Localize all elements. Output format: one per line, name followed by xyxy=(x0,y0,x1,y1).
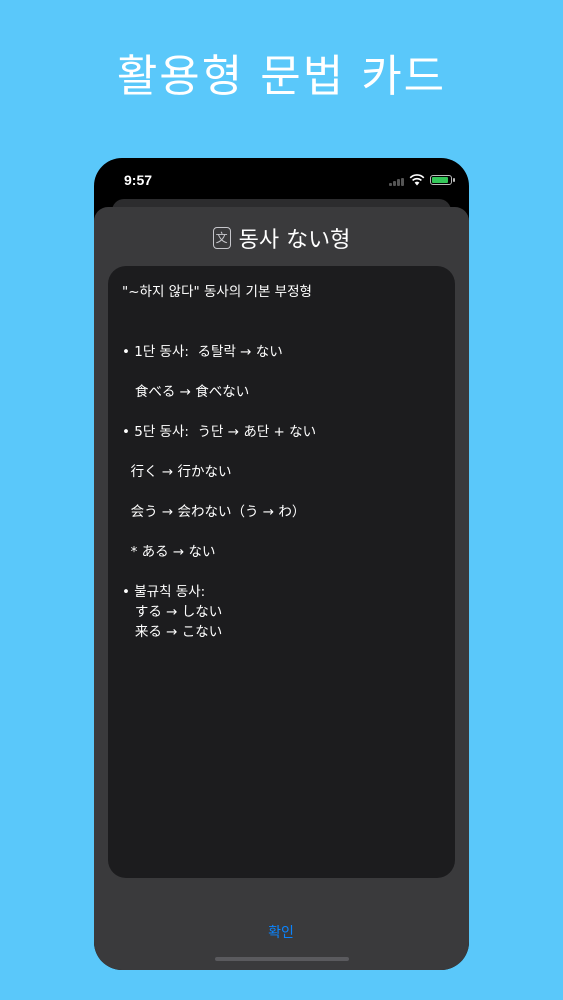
wifi-icon xyxy=(409,174,425,186)
translate-icon: 文 xyxy=(212,227,231,249)
status-bar: 9:57 xyxy=(94,158,469,202)
confirm-button[interactable]: 확인 xyxy=(231,918,331,948)
promo-title: 활용형 문법 카드 xyxy=(116,51,447,102)
cellular-signal-icon xyxy=(389,178,407,186)
battery-charging-icon xyxy=(430,175,452,185)
app-store-screenshot: 활용형 문법 카드 9:57 文 동사 ない형 "~하지 않다" 동사의 기본 … xyxy=(0,0,563,1000)
grammar-content-text: "~하지 않다" 동사의 기본 부정형 • 1단 동사: る탈락 → ない 食べ… xyxy=(122,284,317,640)
grammar-card-sheet: 文 동사 ない형 "~하지 않다" 동사의 기본 부정형 • 1단 동사: る탈… xyxy=(94,207,469,970)
home-indicator[interactable] xyxy=(215,957,349,961)
sheet-header: 文 동사 ない형 xyxy=(94,221,469,255)
grammar-content-card: "~하지 않다" 동사의 기본 부정형 • 1단 동사: る탈락 → ない 食べ… xyxy=(108,266,455,878)
sheet-title: 동사 ない형 xyxy=(238,228,351,253)
status-time: 9:57 xyxy=(124,172,153,188)
phone-frame: 9:57 文 동사 ない형 "~하지 않다" 동사의 기본 부정형 • 1단 동… xyxy=(94,158,469,970)
battery-cap xyxy=(453,178,455,182)
